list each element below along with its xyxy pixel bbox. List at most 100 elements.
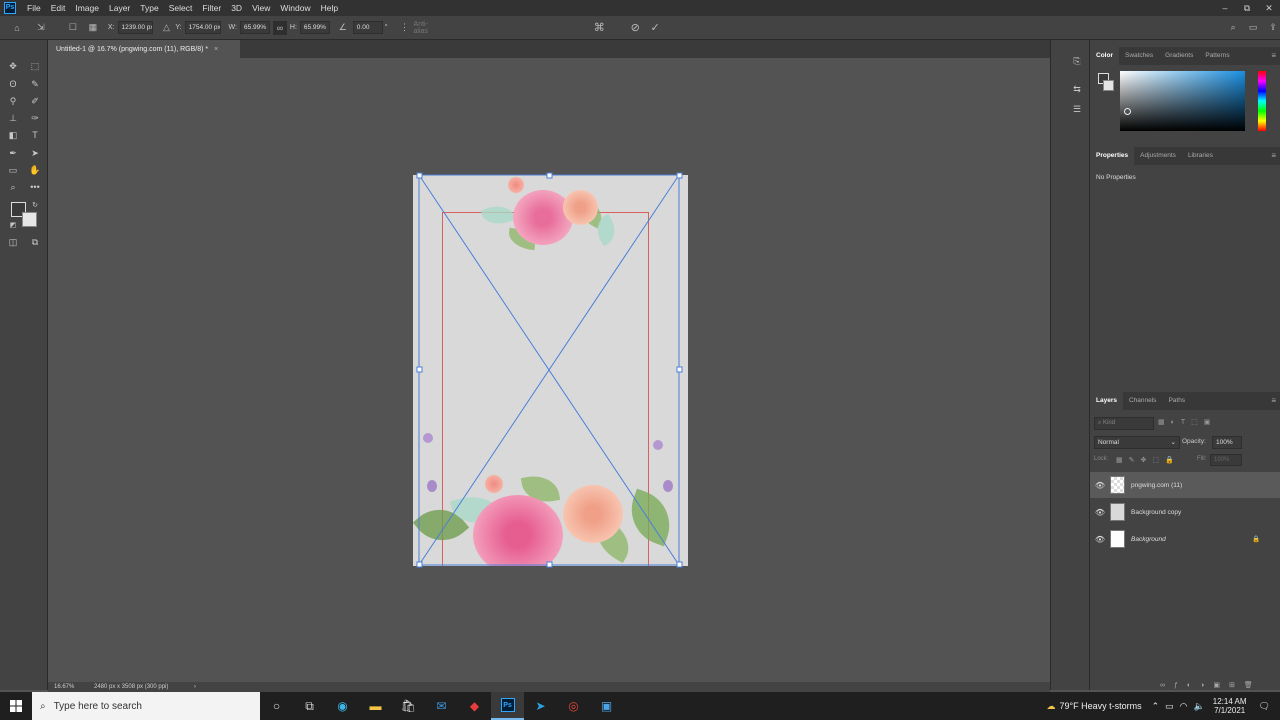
telegram-icon[interactable]: ➤ [524,692,557,720]
edge-browser-icon[interactable]: ◉ [326,692,359,720]
x-input[interactable]: 1239.00 px [117,21,154,34]
menu-help[interactable]: Help [316,3,343,13]
lock-icons[interactable]: ▦✎✥⬚🔒 [1116,456,1180,464]
tab-adjustments[interactable]: Adjustments [1134,147,1182,165]
layers-footer-icons[interactable]: ∞ƒ◐◑▣⊞🗑 [1160,681,1262,689]
lock-icon[interactable]: 🔒 [1252,535,1260,543]
wifi-icon[interactable]: ◠ [1180,701,1188,712]
eye-icon[interactable]: 👁 [1090,481,1110,490]
tab-paths[interactable]: Paths [1162,392,1191,410]
network-icon[interactable]: ▭ [1165,701,1174,712]
panel-menu-icon[interactable]: ≡ [1271,151,1276,160]
tab-swatches[interactable]: Swatches [1119,47,1159,65]
menu-edit[interactable]: Edit [46,3,71,13]
windows-start-icon[interactable] [0,692,32,720]
status-menu-arrow[interactable]: › [194,684,196,690]
tray-chevron-icon[interactable]: ⌃ [1152,701,1160,712]
reference-point-toggle-icon[interactable]: ☐ [66,21,80,35]
adjustments-panel-icon[interactable]: ☰ [1069,102,1085,116]
interpolation-icon[interactable]: ⋮ [398,21,412,35]
mail-icon[interactable]: ✉ [425,692,458,720]
swap-colors-icon[interactable]: ↻ [30,200,40,210]
panel-menu-icon[interactable]: ≡ [1271,396,1276,405]
eye-icon[interactable]: 👁 [1090,508,1110,517]
relative-position-icon[interactable]: △ [159,21,173,35]
panel-menu-icon[interactable]: ≡ [1271,51,1276,60]
angle-input[interactable]: 0.00 [352,21,383,34]
history-brush-tool-icon[interactable]: ✑ [27,111,43,125]
color-picker-field[interactable] [1120,71,1245,131]
media-app-icon[interactable]: ◆ [458,692,491,720]
clock[interactable]: 12:14 AM 7/1/2021 [1213,697,1247,715]
type-tool-icon[interactable]: T [27,128,43,142]
home-icon[interactable]: ⌂ [10,21,24,35]
width-input[interactable]: 65.99% [239,21,270,34]
more-tools-icon[interactable]: ••• [27,180,43,194]
layer-row[interactable]: 👁 Background copy [1090,499,1280,525]
chrome-icon[interactable]: ◎ [557,692,590,720]
antialias-label[interactable]: Anti-alias [414,21,443,35]
document-tab[interactable]: Untitled-1 @ 16.7% (pngwing.com (11), RG… [48,40,240,58]
menu-image[interactable]: Image [70,3,104,13]
search-icon[interactable]: ⌕ [1226,21,1240,35]
layer-filter-kind[interactable]: ⌕ Kind [1094,417,1154,430]
hand-tool-icon[interactable]: ✋ [27,163,43,177]
rectangle-tool-icon[interactable]: ▭ [5,163,21,177]
tab-channels[interactable]: Channels [1123,392,1162,410]
link-icon[interactable]: ∞ [272,20,287,35]
layer-row[interactable]: 👁 Background 🔒 [1090,526,1280,552]
warp-mode-icon[interactable]: ⌘ [592,21,606,35]
default-colors-icon[interactable]: ◩ [8,220,18,230]
workspace-icon[interactable]: ▭ [1246,21,1260,35]
restore-button[interactable]: ⧉ [1236,0,1258,16]
transform-bounding-box[interactable] [413,170,689,572]
menu-filter[interactable]: Filter [197,3,226,13]
eraser-tool-icon[interactable]: ◧ [5,128,21,142]
menu-select[interactable]: Select [164,3,198,13]
stamp-tool-icon[interactable]: ⊥ [5,111,21,125]
layer-filter-icons[interactable]: ▦◐T⬚▣ [1158,418,1216,426]
tab-gradients[interactable]: Gradients [1159,47,1199,65]
background-color-swatch[interactable] [22,212,37,227]
zoom-level[interactable]: 16.67% [54,684,94,690]
height-input[interactable]: 65.99% [299,21,330,34]
volume-icon[interactable]: 🔈 [1194,701,1205,712]
eyedropper-tool-icon[interactable]: ⚲ [5,94,21,108]
share-icon[interactable]: ⇪ [1266,21,1280,35]
store-icon[interactable]: 🛍 [392,692,425,720]
weather-text[interactable]: 79°F Heavy t-storms [1059,701,1141,711]
path-selection-tool-icon[interactable]: ➤ [27,146,43,160]
menu-type[interactable]: Type [135,3,163,13]
menu-view[interactable]: View [247,3,275,13]
photos-app-icon[interactable]: ▣ [590,692,623,720]
tab-properties[interactable]: Properties [1090,147,1135,165]
opacity-input[interactable]: 100% [1212,436,1242,449]
brush-tool-icon[interactable]: ✐ [27,94,43,108]
screen-mode-icon[interactable]: ⧉ [27,235,43,249]
hue-slider[interactable] [1258,71,1266,131]
marquee-tool-icon[interactable]: ⬚ [27,59,43,73]
notifications-icon[interactable]: 🗨 [1259,701,1270,712]
menu-file[interactable]: File [22,3,46,13]
blend-mode-select[interactable]: Normal ⌄ [1094,436,1180,449]
cortana-icon[interactable]: ○ [260,692,293,720]
taskbar-search-box[interactable]: ⌕ Type here to search [32,692,260,720]
commit-transform-icon[interactable]: ✓ [648,21,662,35]
weather-icon[interactable]: ☁ [1046,701,1055,712]
close-tab-icon[interactable]: × [214,46,218,53]
background-color-chip[interactable] [1103,80,1114,91]
layer-row[interactable]: 👁 pngwing.com (11) [1090,472,1280,498]
fill-input[interactable]: 100% [1210,454,1242,466]
learn-panel-icon[interactable]: ⎘ [1069,54,1085,68]
menu-window[interactable]: Window [275,3,315,13]
zoom-tool-icon[interactable]: ⌕ [5,180,21,194]
pen-tool-icon[interactable]: ✒ [5,146,21,160]
tab-layers[interactable]: Layers [1090,392,1123,410]
tab-libraries[interactable]: Libraries [1182,147,1219,165]
y-input[interactable]: 1754.00 px [184,21,221,34]
move-tool-icon[interactable]: ✥ [5,59,21,73]
file-explorer-icon[interactable]: ▬ [359,692,392,720]
lasso-tool-icon[interactable]: ʘ [5,77,21,91]
transform-tool-icon[interactable]: ⇲ [34,21,48,35]
quick-mask-icon[interactable]: ◫ [5,235,21,249]
